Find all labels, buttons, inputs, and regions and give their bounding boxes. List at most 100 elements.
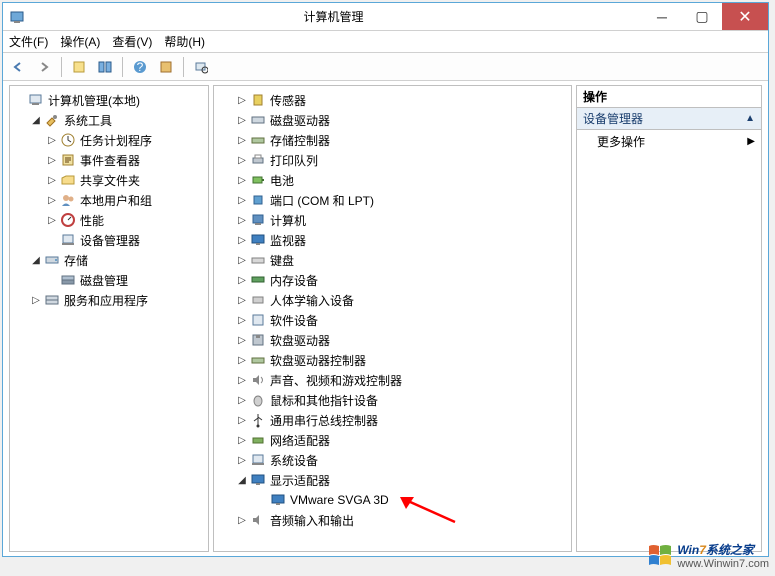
expander-icon[interactable]: ▷ (236, 394, 248, 406)
expander-icon[interactable]: ▷ (236, 234, 248, 246)
expander-icon[interactable]: ▷ (46, 214, 58, 226)
expander-icon[interactable]: ▷ (236, 254, 248, 266)
expander-icon[interactable]: ▷ (46, 134, 58, 146)
network-icon (250, 432, 266, 448)
expander-icon[interactable]: ▷ (46, 194, 58, 206)
printer-icon (250, 152, 266, 168)
menu-view[interactable]: 查看(V) (112, 33, 152, 50)
expander-icon[interactable]: ▷ (46, 154, 58, 166)
device-floppy-ctrl[interactable]: ▷软盘驱动器控制器 (216, 350, 569, 370)
expander-icon[interactable]: ▷ (236, 454, 248, 466)
tree-device-manager[interactable]: ▷ 设备管理器 (12, 230, 206, 250)
tree-services-apps[interactable]: ▷ 服务和应用程序 (12, 290, 206, 310)
up-button[interactable] (68, 56, 90, 78)
expander-icon[interactable]: ▷ (236, 114, 248, 126)
device-system[interactable]: ▷系统设备 (216, 450, 569, 470)
tree-performance[interactable]: ▷ 性能 (12, 210, 206, 230)
expander-icon[interactable]: ◢ (30, 254, 42, 266)
expander-icon[interactable]: ▷ (236, 514, 248, 526)
device-ports[interactable]: ▷端口 (COM 和 LPT) (216, 190, 569, 210)
device-floppy-drives[interactable]: ▷软盘驱动器 (216, 330, 569, 350)
device-display-adapters[interactable]: ◢显示适配器 (216, 470, 569, 490)
app-icon (9, 9, 25, 25)
expander-icon[interactable]: ▷ (236, 274, 248, 286)
device-keyboard[interactable]: ▷键盘 (216, 250, 569, 270)
menu-action[interactable]: 操作(A) (60, 33, 100, 50)
expander-icon[interactable]: ▷ (236, 334, 248, 346)
usb-icon (250, 412, 266, 428)
show-hide-button[interactable] (94, 56, 116, 78)
device-hid[interactable]: ▷人体学输入设备 (216, 290, 569, 310)
actions-section[interactable]: 设备管理器 ▲ (577, 108, 761, 130)
expander-icon[interactable]: ▷ (236, 294, 248, 306)
device-battery[interactable]: ▷电池 (216, 170, 569, 190)
device-usb[interactable]: ▷通用串行总线控制器 (216, 410, 569, 430)
device-monitor[interactable]: ▷监视器 (216, 230, 569, 250)
computer-icon (250, 212, 266, 228)
actions-more[interactable]: 更多操作 ▶ (577, 130, 761, 152)
close-button[interactable]: ✕ (722, 3, 768, 30)
software-icon (250, 312, 266, 328)
expander-icon[interactable]: ▷ (236, 434, 248, 446)
device-mouse[interactable]: ▷鼠标和其他指针设备 (216, 390, 569, 410)
device-sensors[interactable]: ▷传感器 (216, 90, 569, 110)
toolbar-separator (61, 57, 62, 77)
services-icon (44, 292, 60, 308)
disk-icon (250, 112, 266, 128)
minimize-button[interactable]: ─ (642, 3, 682, 30)
device-computer[interactable]: ▷计算机 (216, 210, 569, 230)
device-print-queue[interactable]: ▷打印队列 (216, 150, 569, 170)
users-icon (60, 192, 76, 208)
tree-storage[interactable]: ◢ 存储 (12, 250, 206, 270)
tree-disk-mgmt[interactable]: ▷ 磁盘管理 (12, 270, 206, 290)
window-buttons: ─ ▢ ✕ (642, 3, 768, 30)
device-tree-panel[interactable]: ▷传感器 ▷磁盘驱动器 ▷存储控制器 ▷打印队列 ▷电池 ▷端口 (COM 和 … (213, 85, 572, 552)
expander-icon[interactable]: ▷ (236, 314, 248, 326)
clock-icon (60, 132, 76, 148)
tree-root[interactable]: ▶ 计算机管理(本地) (12, 90, 206, 110)
device-vmware-svga[interactable]: ▷VMware SVGA 3D (216, 490, 569, 510)
menu-file[interactable]: 文件(F) (9, 33, 48, 50)
expander-icon[interactable]: ▷ (236, 174, 248, 186)
display-device-icon (270, 492, 286, 508)
actions-panel: 操作 设备管理器 ▲ 更多操作 ▶ (576, 85, 762, 552)
performance-icon (60, 212, 76, 228)
tree-event-viewer[interactable]: ▷ 事件查看器 (12, 150, 206, 170)
device-sound[interactable]: ▷声音、视频和游戏控制器 (216, 370, 569, 390)
storage-icon (44, 252, 60, 268)
expander-icon[interactable]: ◢ (236, 474, 248, 486)
expander-icon[interactable]: ◢ (30, 114, 42, 126)
device-disk-drives[interactable]: ▷磁盘驱动器 (216, 110, 569, 130)
back-button[interactable] (7, 56, 29, 78)
tree-task-scheduler[interactable]: ▷ 任务计划程序 (12, 130, 206, 150)
port-icon (250, 192, 266, 208)
help-button[interactable]: ? (129, 56, 151, 78)
device-audio-io[interactable]: ▷音频输入和输出 (216, 510, 569, 530)
expander-icon[interactable]: ▷ (30, 294, 42, 306)
expander-icon[interactable]: ▷ (46, 174, 58, 186)
speaker-icon (250, 372, 266, 388)
expander-icon[interactable]: ▷ (236, 374, 248, 386)
actions-header: 操作 (577, 86, 761, 108)
memory-icon (250, 272, 266, 288)
device-memory[interactable]: ▷内存设备 (216, 270, 569, 290)
device-storage-ctrl[interactable]: ▷存储控制器 (216, 130, 569, 150)
scan-button[interactable] (190, 56, 212, 78)
maximize-button[interactable]: ▢ (682, 3, 722, 30)
tree-system-tools[interactable]: ◢ 系统工具 (12, 110, 206, 130)
expander-icon[interactable]: ▷ (236, 214, 248, 226)
forward-button[interactable] (33, 56, 55, 78)
view-button[interactable] (155, 56, 177, 78)
tree-shared-folders[interactable]: ▷ 共享文件夹 (12, 170, 206, 190)
expander-icon[interactable]: ▷ (236, 154, 248, 166)
console-tree-panel[interactable]: ▶ 计算机管理(本地) ◢ 系统工具 ▷ 任务计划程序 ▷ 事件 (9, 85, 209, 552)
menu-help[interactable]: 帮助(H) (164, 33, 205, 50)
expander-icon[interactable]: ▷ (236, 414, 248, 426)
expander-icon[interactable]: ▷ (236, 134, 248, 146)
expander-icon[interactable]: ▷ (236, 194, 248, 206)
expander-icon[interactable]: ▷ (236, 354, 248, 366)
expander-icon[interactable]: ▷ (236, 94, 248, 106)
device-software[interactable]: ▷软件设备 (216, 310, 569, 330)
device-network[interactable]: ▷网络适配器 (216, 430, 569, 450)
tree-local-users[interactable]: ▷ 本地用户和组 (12, 190, 206, 210)
